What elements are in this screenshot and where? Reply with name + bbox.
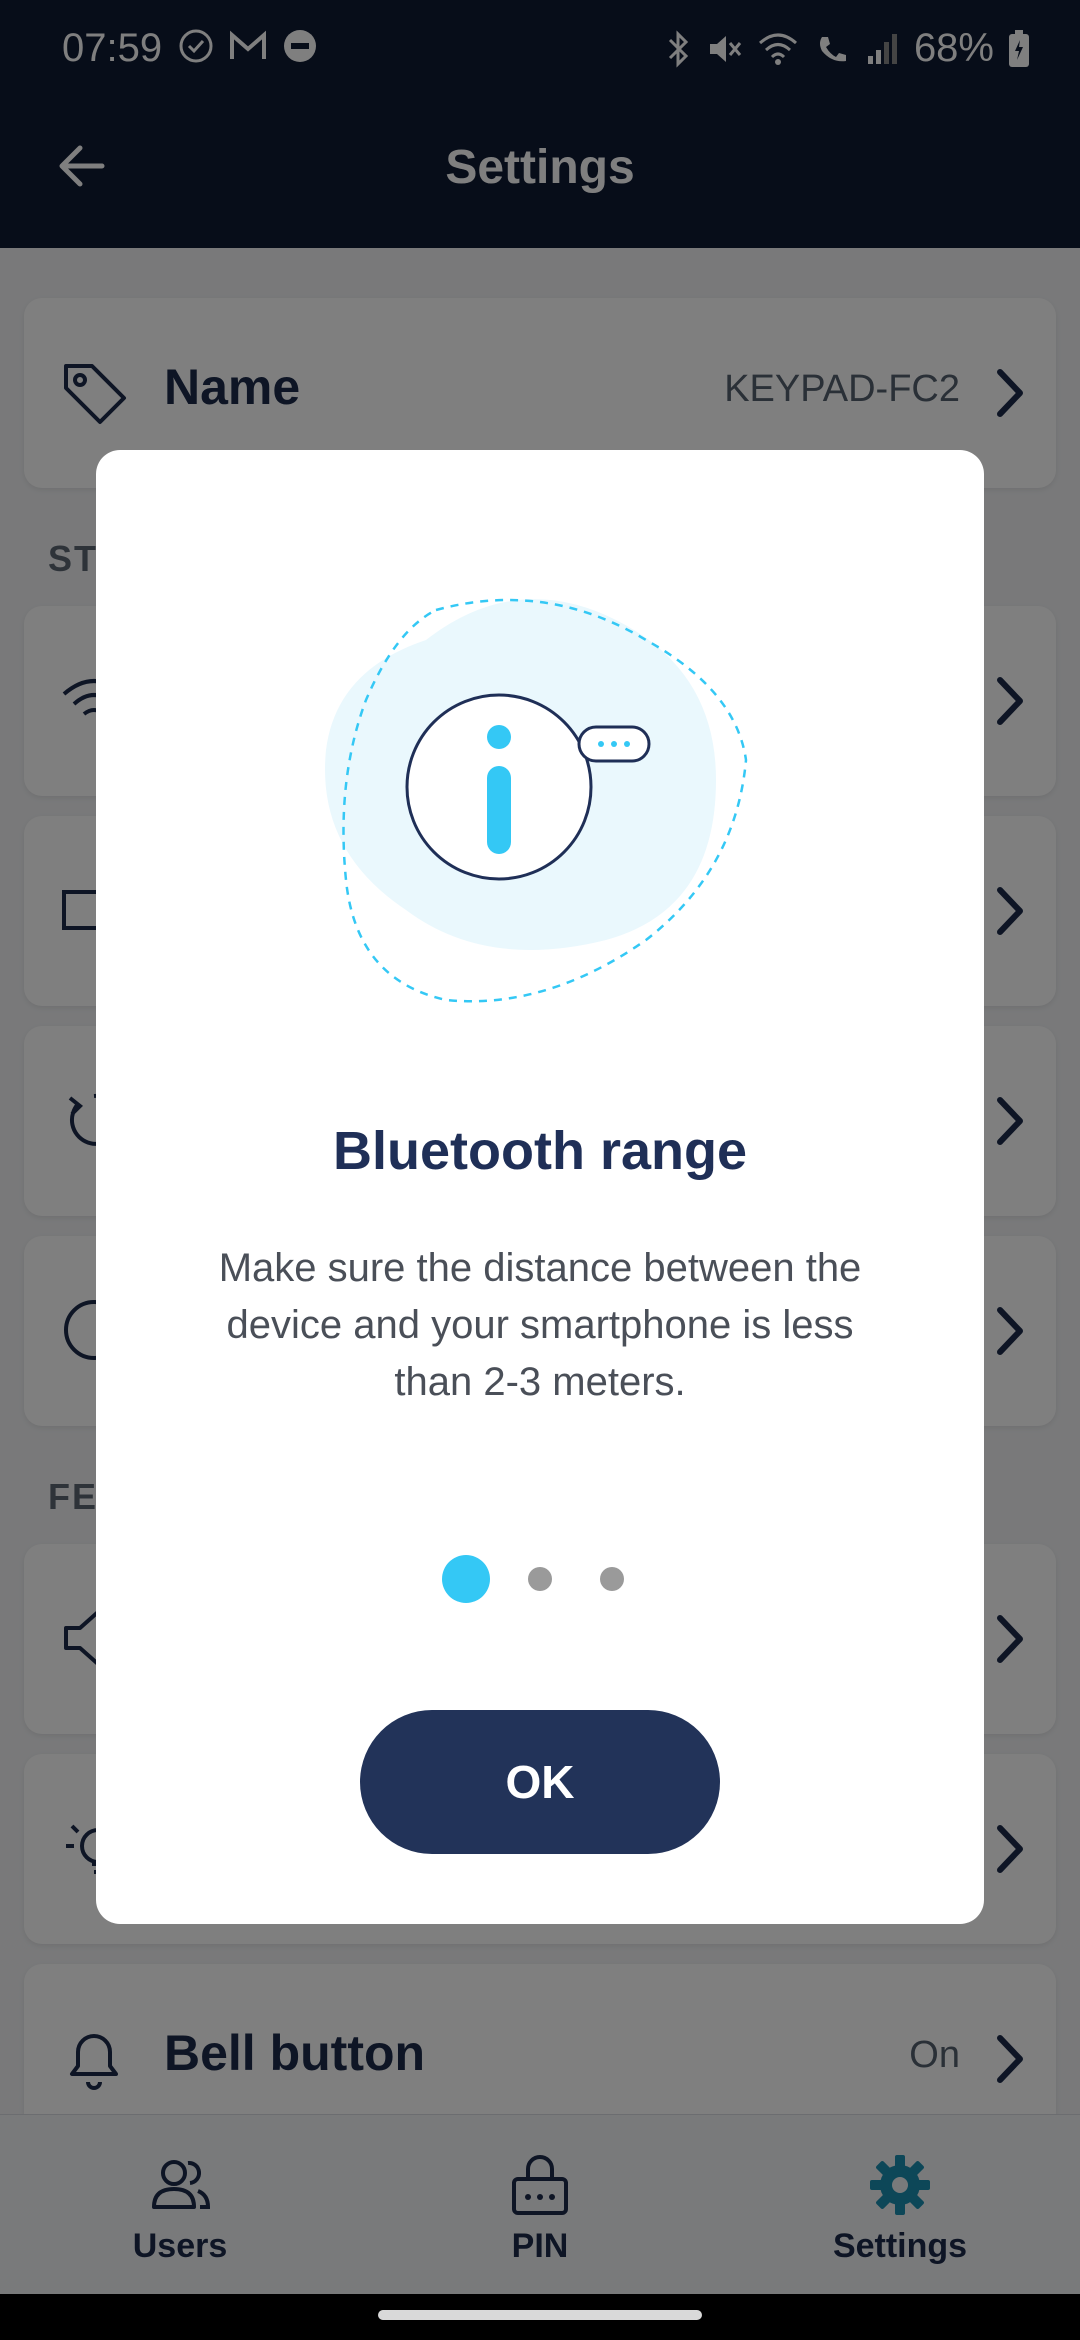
page-indicator xyxy=(96,1554,984,1604)
dialog-message: Make sure the distance between the devic… xyxy=(218,1246,862,1404)
page-dot xyxy=(600,1567,624,1591)
ok-button[interactable]: OK xyxy=(360,1710,720,1854)
home-gesture-handle[interactable] xyxy=(378,2310,702,2320)
dialog-title: Bluetooth range xyxy=(333,1121,747,1181)
page-dot-active xyxy=(442,1555,490,1603)
gesture-bar xyxy=(0,2294,1080,2340)
bluetooth-range-dialog: Bluetooth range Make sure the distance b… xyxy=(96,450,984,1924)
info-illustration xyxy=(325,598,748,1003)
page-dot xyxy=(528,1567,552,1591)
info-stem xyxy=(487,766,511,854)
info-dot xyxy=(487,725,511,749)
